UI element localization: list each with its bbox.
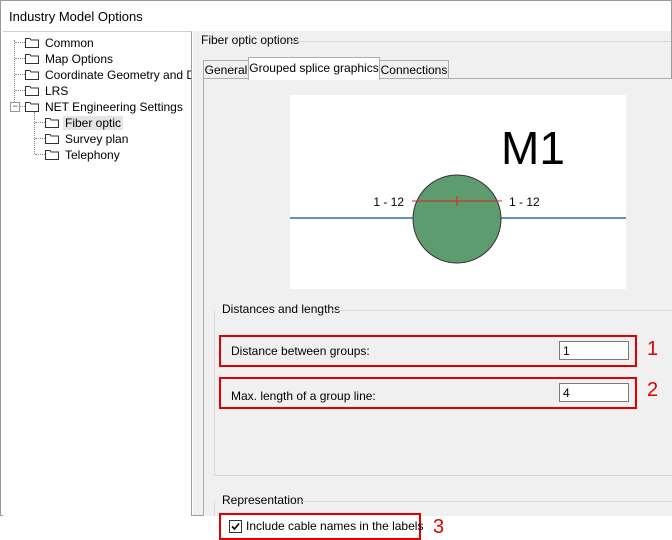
group-name-label: M1 bbox=[501, 122, 565, 174]
tree-connector bbox=[15, 74, 25, 75]
title-bar: Industry Model Options bbox=[1, 1, 671, 31]
options-tree: − Common Map Options Coordinate Geometry… bbox=[3, 31, 192, 516]
tree-connector bbox=[15, 42, 25, 43]
window-title: Industry Model Options bbox=[9, 9, 143, 24]
tree-item-label: Telephony bbox=[65, 148, 120, 162]
folder-icon bbox=[45, 118, 59, 128]
callout-number: 3 bbox=[433, 516, 445, 538]
tree-item-label: NET Engineering Settings bbox=[45, 100, 183, 114]
callout-number: 1 bbox=[647, 338, 659, 360]
include-cable-names-label[interactable]: Include cable names in the labels bbox=[246, 519, 423, 533]
tree-connector bbox=[35, 122, 45, 123]
splice-diagram: 1 - 12 1 - 12 M1 bbox=[290, 122, 626, 264]
tree-item-label: Common bbox=[45, 36, 94, 50]
callout-number: 2 bbox=[647, 379, 659, 401]
tree-connector bbox=[35, 138, 45, 139]
tree-connector bbox=[35, 154, 45, 155]
section-title-distances: Distances and lengths bbox=[222, 302, 341, 316]
highlight-box bbox=[219, 377, 637, 409]
tab-grouped-splice-graphics[interactable]: Grouped splice graphics bbox=[248, 57, 380, 80]
divider bbox=[329, 310, 672, 311]
folder-open-icon bbox=[25, 102, 39, 112]
checkmark-icon bbox=[231, 522, 240, 531]
folder-icon bbox=[45, 150, 59, 160]
divider bbox=[302, 501, 672, 502]
options-window: Industry Model Options − Common Map Opti… bbox=[0, 0, 672, 540]
folder-icon bbox=[25, 38, 39, 48]
folder-icon bbox=[25, 54, 39, 64]
folder-icon bbox=[25, 86, 39, 96]
splice-preview: 1 - 12 1 - 12 M1 bbox=[290, 95, 626, 289]
folder-icon bbox=[25, 70, 39, 80]
panel-title: Fiber optic options bbox=[201, 33, 300, 47]
tree-item-label: Survey plan bbox=[65, 132, 129, 146]
tree-connector bbox=[15, 58, 25, 59]
highlight-box bbox=[219, 335, 637, 367]
collapse-toggle-icon[interactable]: − bbox=[10, 102, 20, 112]
tree-item-label: Map Options bbox=[45, 52, 114, 66]
divider bbox=[214, 310, 215, 475]
include-cable-names-checkbox[interactable] bbox=[229, 520, 242, 533]
left-label: 1 - 12 bbox=[373, 195, 404, 209]
tree-connector bbox=[15, 90, 25, 91]
options-panel: Fiber optic options General Grouped spli… bbox=[193, 31, 672, 540]
divider bbox=[289, 41, 671, 42]
divider bbox=[214, 501, 215, 516]
tab-content: 1 - 12 1 - 12 M1 Distances and lengths D… bbox=[203, 78, 672, 540]
tree-connector bbox=[34, 112, 35, 154]
folder-icon bbox=[45, 134, 59, 144]
tree-connector bbox=[14, 40, 15, 106]
divider bbox=[214, 475, 672, 476]
tab-general[interactable]: General bbox=[203, 60, 249, 79]
right-label: 1 - 12 bbox=[509, 195, 540, 209]
tree-item-label: Fiber optic bbox=[63, 116, 124, 130]
tree-item-label: LRS bbox=[45, 84, 69, 98]
section-title-representation: Representation bbox=[222, 493, 304, 507]
splice-circle bbox=[412, 174, 502, 264]
tree-item-label: Coordinate Geometry and Dime bbox=[45, 68, 191, 82]
tab-connections[interactable]: Connections bbox=[379, 60, 449, 79]
